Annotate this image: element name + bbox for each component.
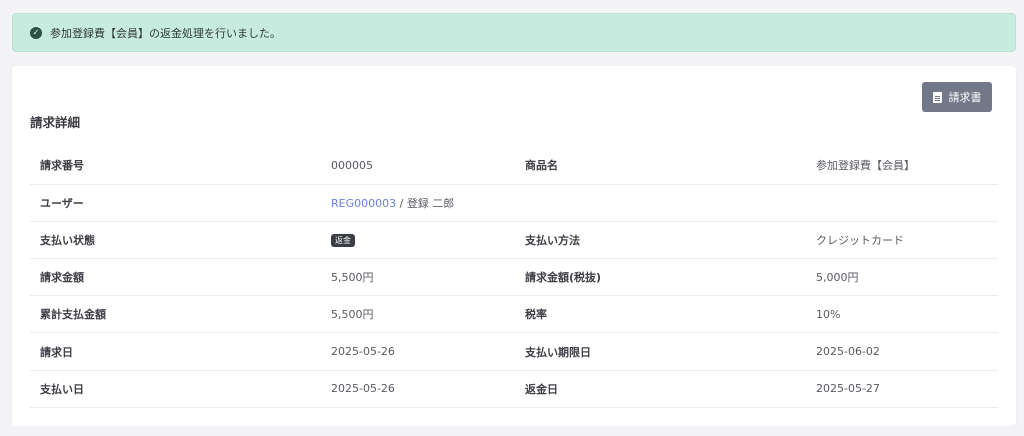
- empty-cell: [806, 184, 998, 222]
- cumulative-paid-label: 累計支払金額: [30, 295, 321, 334]
- due-date-label: 支払い期限日: [515, 332, 806, 371]
- user-name: 登録 二郎: [406, 196, 455, 210]
- user-code-link[interactable]: REG000003: [331, 197, 396, 210]
- payment-method-value: クレジットカード: [806, 221, 998, 260]
- payment-method-label: 支払い方法: [515, 221, 806, 260]
- paid-date-value: 2025-05-26: [321, 370, 515, 408]
- check-circle-icon: ✓: [30, 26, 42, 39]
- empty-cell: [515, 184, 806, 222]
- payment-status-label: 支払い状態: [30, 221, 321, 260]
- card-title: 請求詳細: [30, 115, 81, 130]
- table-row: 請求日 2025-05-26 支払い期限日 2025-06-02: [30, 332, 998, 371]
- amount-ex-tax-label: 請求金額(税抜): [515, 258, 806, 297]
- invoice-date-label: 請求日: [30, 332, 321, 371]
- due-date-value: 2025-06-02: [806, 332, 998, 371]
- table-row: 支払い状態 返金 支払い方法 クレジットカード: [30, 221, 998, 260]
- refund-date-label: 返金日: [515, 370, 806, 408]
- invoice-details-table: 請求番号 000005 商品名 参加登録費【会員】 ユーザー REG000003…: [30, 147, 998, 408]
- table-row: ユーザー REG000003 / 登録 二郎: [30, 184, 998, 222]
- product-name-label: 商品名: [515, 147, 806, 185]
- invoice-number-label: 請求番号: [30, 147, 321, 185]
- table-row: 請求金額 5,500円 請求金額(税抜) 5,000円: [30, 258, 998, 297]
- amount-label: 請求金額: [30, 258, 321, 297]
- table-row: 累計支払金額 5,500円 税率 10%: [30, 295, 998, 334]
- refund-date-value: 2025-05-27: [806, 370, 998, 408]
- table-row: 支払い日 2025-05-26 返金日 2025-05-27: [30, 370, 998, 408]
- table-row: 請求番号 000005 商品名 参加登録費【会員】: [30, 147, 998, 185]
- cumulative-paid-value: 5,500円: [321, 295, 515, 334]
- user-separator: /: [396, 196, 407, 210]
- invoice-detail-card: 請求書 請求詳細 請求番号 000005 商品名 参加登録費【会員】 ユーザー …: [12, 66, 1016, 426]
- invoice-button-label: 請求書: [948, 91, 982, 104]
- user-value: REG000003 / 登録 二郎: [321, 184, 515, 222]
- product-name-value: 参加登録費【会員】: [806, 147, 998, 185]
- document-icon: [932, 91, 942, 103]
- alert-message: 参加登録費【会員】の返金処理を行いました。: [50, 26, 281, 40]
- invoice-button[interactable]: 請求書: [922, 82, 992, 112]
- payment-status-value: 返金: [321, 221, 515, 260]
- tax-rate-label: 税率: [515, 295, 806, 334]
- invoice-date-value: 2025-05-26: [321, 332, 515, 371]
- status-badge: 返金: [331, 233, 355, 248]
- success-alert: ✓ 参加登録費【会員】の返金処理を行いました。: [12, 13, 1016, 52]
- amount-ex-tax-value: 5,000円: [806, 258, 998, 297]
- amount-value: 5,500円: [321, 258, 515, 297]
- paid-date-label: 支払い日: [30, 370, 321, 408]
- user-label: ユーザー: [30, 184, 321, 222]
- tax-rate-value: 10%: [806, 295, 998, 334]
- invoice-number-value: 000005: [321, 147, 515, 185]
